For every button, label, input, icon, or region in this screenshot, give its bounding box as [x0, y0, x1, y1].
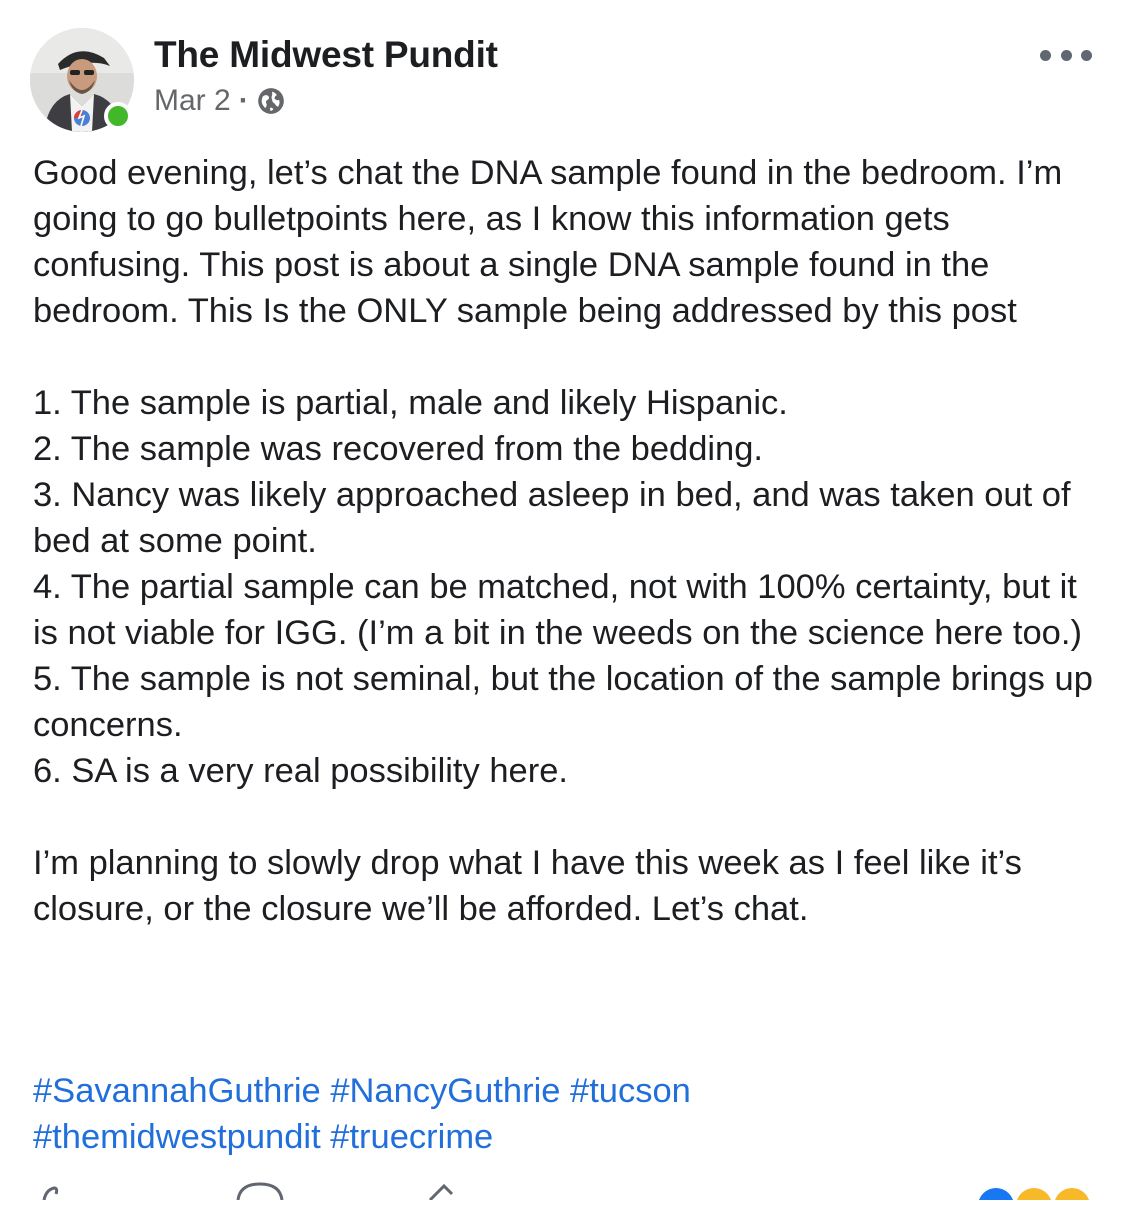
more-dot — [1060, 49, 1072, 61]
hashtag-link[interactable]: #themidwestpundit — [33, 1118, 321, 1156]
author-name[interactable]: The Midwest Pundit — [154, 34, 498, 76]
post-meta: Mar 2 · — [154, 84, 285, 118]
online-status-dot — [104, 102, 132, 130]
more-dot — [1040, 49, 1051, 61]
post-closing: I’m planning to slowly drop what I have … — [33, 844, 1022, 928]
hashtag-link[interactable]: #truecrime — [330, 1118, 493, 1156]
post-date[interactable]: Mar 2 — [154, 84, 231, 118]
post-intro: Good evening, let’s chat the DNA sample … — [33, 154, 1063, 330]
post-body: Good evening, let’s chat the DNA sample … — [33, 150, 1103, 932]
globe-icon[interactable] — [257, 87, 285, 115]
hashtag-link[interactable]: #tucson — [570, 1072, 691, 1110]
post-list: 1. The sample is partial, male and likel… — [33, 380, 1103, 794]
hashtag-link[interactable]: #NancyGuthrie — [330, 1072, 560, 1110]
list-item: 3. Nancy was likely approached asleep in… — [33, 476, 1071, 560]
like-icon[interactable] — [42, 1186, 59, 1201]
action-bar-partial — [0, 1180, 1126, 1205]
more-dot — [1081, 49, 1092, 61]
list-item: 2. The sample was recovered from the bed… — [33, 430, 764, 468]
hashtag-link[interactable]: #SavannahGuthrie — [33, 1072, 321, 1110]
list-item: 1. The sample is partial, male and likel… — [33, 384, 788, 422]
reaction-icons[interactable] — [978, 1188, 1090, 1205]
list-item: 6. SA is a very real possibility here. — [33, 752, 568, 790]
hashtag-list: #SavannahGuthrie #NancyGuthrie #tucson #… — [33, 1068, 1103, 1160]
meta-separator: · — [238, 84, 249, 117]
list-item: 4. The partial sample can be matched, no… — [33, 568, 1082, 652]
comment-icon[interactable] — [236, 1182, 284, 1201]
more-options-button[interactable] — [1040, 44, 1092, 66]
author-avatar-wrap[interactable] — [30, 28, 134, 132]
share-icon[interactable] — [428, 1183, 454, 1202]
list-item: 5. The sample is not seminal, but the lo… — [33, 660, 1093, 744]
facebook-post: The Midwest Pundit Mar 2 · Good evening,… — [0, 0, 1126, 1205]
